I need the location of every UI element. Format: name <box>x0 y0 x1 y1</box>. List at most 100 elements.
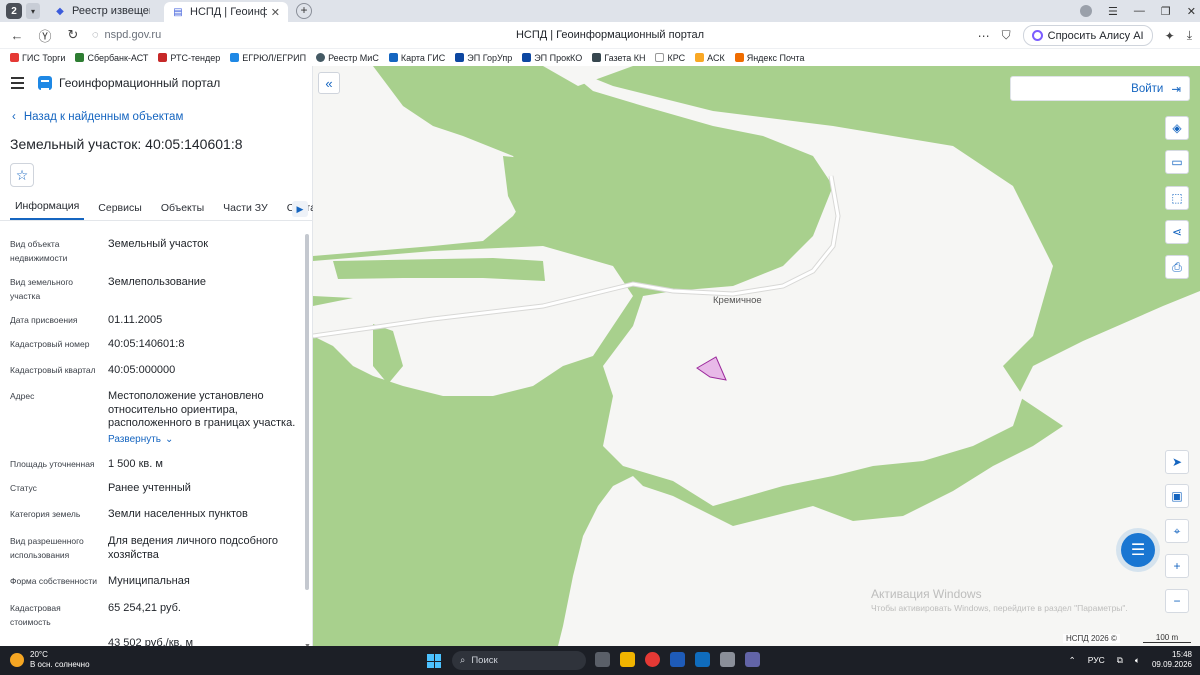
map-canvas[interactable] <box>313 66 1200 646</box>
download-icon[interactable]: ⤓ <box>1187 28 1192 43</box>
field-label: Вид земельного участка <box>10 277 74 301</box>
close-icon[interactable]: ✕ <box>271 6 280 19</box>
chevron-down-icon[interactable]: ▾ <box>26 3 40 19</box>
chevron-down-icon: ⌄ <box>165 433 174 445</box>
zoom-out-button[interactable]: − <box>1165 589 1189 613</box>
profile-avatar-icon[interactable] <box>1080 5 1093 17</box>
field-value: 40:05:000000 <box>108 364 176 376</box>
layers-button[interactable]: ◈ <box>1165 116 1189 140</box>
windows-start-icon[interactable] <box>427 654 441 668</box>
bookmark-item[interactable]: Реестр МиС <box>316 53 379 63</box>
new-tab-button[interactable]: + <box>296 3 312 19</box>
menu-burger-icon[interactable] <box>11 77 24 89</box>
printer-icon: ⎙ <box>1172 259 1182 274</box>
system-tray: ⌃ РУС ⧉ 🔈︎ 15:48 09.09.2026 <box>1069 650 1192 670</box>
extensions-icon[interactable]: ✦ <box>1165 29 1175 43</box>
close-window-icon[interactable]: ✕ <box>1187 5 1196 18</box>
network-icon[interactable]: ⧉ <box>1117 655 1123 666</box>
field-label: Вид разрешенного использования <box>10 536 84 560</box>
field-label: Форма собственности <box>10 576 97 586</box>
menu-icon[interactable]: ☰ <box>1108 5 1118 18</box>
favorite-button[interactable]: ☆ <box>10 163 34 187</box>
more-icon[interactable]: ⋯ <box>978 29 990 43</box>
back-to-results-link[interactable]: ‹ Назад к найденным объектам <box>12 111 183 123</box>
task-view-icon[interactable] <box>595 652 610 667</box>
yandex-icon[interactable]: Ⓨ <box>34 24 56 46</box>
url-field[interactable]: ◌ nspd.gov.ru <box>92 29 252 41</box>
minimize-icon[interactable]: — <box>1134 5 1145 17</box>
field-label: Статус <box>10 483 37 493</box>
taskbar-search[interactable]: ⌕ Поиск <box>452 651 586 670</box>
chevron-up-icon[interactable]: ⌃ <box>1069 655 1076 666</box>
field-label: Кадастровый квартал <box>10 365 96 375</box>
reload-icon[interactable]: ↻ <box>62 24 84 46</box>
field-value: Местоположение установлено относительно … <box>108 390 300 446</box>
tab-counter[interactable]: 2 <box>6 3 22 19</box>
word-icon[interactable] <box>670 652 685 667</box>
file-explorer-icon[interactable] <box>620 652 635 667</box>
volume-icon[interactable]: 🔈︎ <box>1135 655 1140 666</box>
map-view[interactable]: « Войти ⇥ ◈ ▭ ⬚ ⋖ ⎙ ➤ ▣ ⌖ + − Кремичное … <box>313 66 1200 646</box>
bookmark-item[interactable]: РТС-тендер <box>158 53 220 63</box>
browser-tab-registry[interactable]: ◆ Реестр извещений <box>46 1 158 21</box>
tab-info[interactable]: Информация <box>10 200 85 220</box>
bookmark-item[interactable]: Сбербанк-АСТ <box>75 53 148 63</box>
scrollbar-thumb[interactable] <box>305 234 309 590</box>
clock[interactable]: 15:48 09.09.2026 <box>1152 650 1192 670</box>
geo-search-button[interactable]: ⌖ <box>1165 519 1189 543</box>
bookmark-item[interactable]: Яндекс Почта <box>734 53 804 63</box>
select-area-icon: ⬚ <box>1171 191 1183 205</box>
weather-widget[interactable]: 20°C В осн. солнечно <box>10 650 90 670</box>
bookmark-item[interactable]: ЭП ПрокКО <box>522 53 582 63</box>
bookmark-item[interactable]: Газета КН <box>592 53 645 63</box>
calculator-icon[interactable] <box>720 652 735 667</box>
bookmark-item[interactable]: ЕГРЮЛ/ЕГРИП <box>230 53 306 63</box>
expand-address-link[interactable]: Развернуть ⌄ <box>108 433 173 447</box>
field-label: Кадастровый номер <box>10 339 90 349</box>
basemap-button[interactable]: ▣ <box>1165 484 1189 508</box>
browser-tab-nspd[interactable]: ▤ НСПД | Геоинформацио ✕ <box>164 2 288 22</box>
object-title: Земельный участок: 40:05:140601:8 <box>10 136 243 152</box>
restore-icon[interactable]: ❐ <box>1161 5 1171 18</box>
share-button[interactable]: ⋖ <box>1165 220 1189 244</box>
yandex-browser-icon[interactable] <box>645 652 660 667</box>
tab-objects[interactable]: Объекты <box>156 202 209 220</box>
site-info-icon[interactable]: ◌ <box>92 29 99 41</box>
info-scrollbar[interactable]: ▼ <box>304 232 311 650</box>
tab-parts[interactable]: Части ЗУ <box>218 202 273 220</box>
tab-title: Реестр извещений <box>72 5 150 17</box>
bookmark-favicon-icon <box>75 53 85 62</box>
zoom-in-button[interactable]: + <box>1165 554 1189 578</box>
bookmark-item[interactable]: ЭП ГорУпр <box>455 53 512 63</box>
select-area-button[interactable]: ⬚ <box>1165 186 1189 210</box>
measure-button[interactable]: ▭ <box>1165 150 1189 174</box>
login-button[interactable]: Войти ⇥ <box>1010 76 1190 101</box>
bookmark-item[interactable]: Карта ГИС <box>388 53 445 63</box>
my-location-button[interactable]: ➤ <box>1165 450 1189 474</box>
bookmark-favicon-icon <box>388 53 398 62</box>
print-button[interactable]: ⎙ <box>1165 255 1189 279</box>
bookmark-item[interactable]: КРС <box>655 53 685 63</box>
taskbar-apps <box>595 652 760 667</box>
bookmark-icon[interactable]: ⛉ <box>1002 28 1011 43</box>
bookmark-item[interactable]: ГИС Торги <box>10 53 65 63</box>
bookmark-item[interactable]: АСК <box>695 53 725 63</box>
bookmark-favicon-icon <box>695 53 705 62</box>
back-arrow-icon[interactable]: ← <box>6 24 28 46</box>
collapse-panel-button[interactable]: « <box>318 72 340 94</box>
language-indicator[interactable]: РУС <box>1088 655 1105 665</box>
outlook-icon[interactable] <box>695 652 710 667</box>
tab-services[interactable]: Сервисы <box>93 202 147 220</box>
star-icon: ☆ <box>15 166 29 183</box>
field-value: Для ведения личного подсобного хозяйства <box>108 535 279 561</box>
bookmark-favicon-icon <box>455 53 465 62</box>
alice-label: Спросить Алису AI <box>1047 29 1144 42</box>
tabs-scroll-right-button[interactable]: ▶ <box>292 201 308 217</box>
teams-icon[interactable] <box>745 652 760 667</box>
browser-tab-bar: 2 ▾ ◆ Реестр извещений ▤ НСПД | Геоинфор… <box>0 0 1200 22</box>
chat-button[interactable]: ☰ <box>1121 533 1155 567</box>
object-tabs: Информация Сервисы Объекты Части ЗУ Сост… <box>0 197 321 221</box>
field-value: Муниципальная <box>108 575 190 587</box>
share-icon: ⋖ <box>1171 225 1183 239</box>
ask-alice-button[interactable]: Спросить Алису AI <box>1022 25 1153 46</box>
